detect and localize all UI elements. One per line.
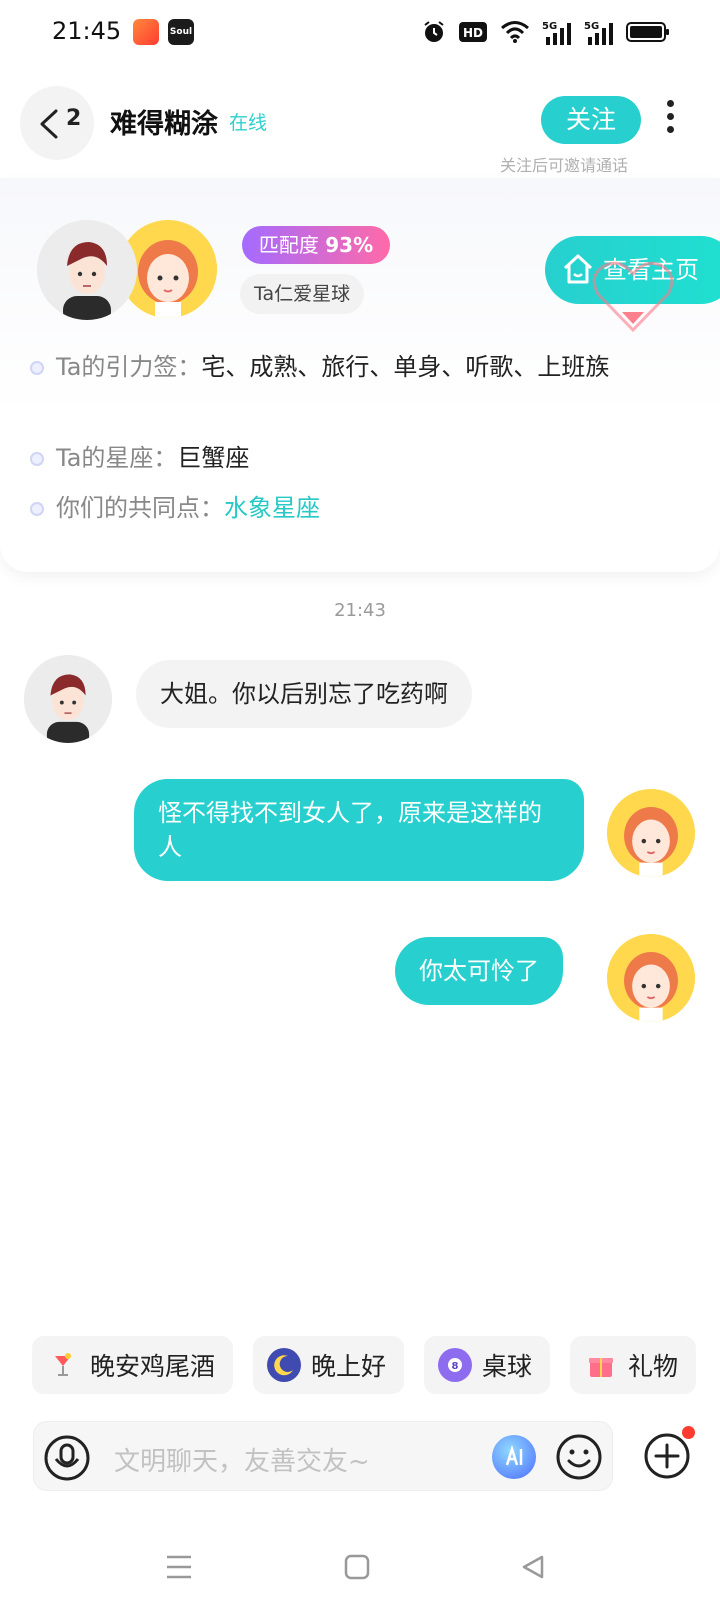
menu-icon — [167, 1555, 191, 1579]
back-nav-button[interactable] — [520, 1554, 546, 1584]
svg-text:5G: 5G — [584, 21, 599, 32]
status-time: 21:45 — [52, 17, 122, 45]
heart-icon — [592, 261, 674, 333]
triangle-back-icon — [522, 1555, 544, 1579]
wifi-icon — [501, 21, 529, 43]
menu-nav-button[interactable] — [165, 1554, 193, 1584]
system-nav-bar — [0, 1530, 720, 1612]
ai-assistant-icon[interactable] — [492, 1435, 536, 1479]
profile-card: 匹配度 93% Ta仁爱星球 查看主页 Ta的引力签：宅、成熟、旅行、单身、听歌… — [0, 178, 720, 572]
voice-icon[interactable] — [42, 1433, 92, 1483]
contact-avatar[interactable] — [37, 220, 137, 320]
my-avatar[interactable] — [607, 789, 695, 877]
tags-row: Ta的引力签：宅、成熟、旅行、单身、听歌、上班族 — [30, 346, 690, 389]
message-bubble-outgoing[interactable]: 你太可怜了 — [395, 937, 563, 1005]
chip-good-evening[interactable]: 晚上好 — [253, 1336, 405, 1394]
billiard-ball-icon: 8 — [438, 1348, 473, 1382]
soul-app-icon: Soul — [168, 19, 194, 45]
svg-text:HD: HD — [463, 26, 483, 40]
follow-hint: 关注后可邀请通话 — [500, 156, 629, 175]
emoji-icon[interactable] — [554, 1432, 604, 1482]
hd-icon: HD — [459, 22, 487, 42]
battery-icon — [626, 22, 669, 42]
planet-tag: Ta仁爱星球 — [240, 274, 365, 314]
message-input-bar: 文明聊天，友善交友~ — [33, 1421, 613, 1491]
moon-icon — [267, 1348, 302, 1382]
unread-count: 2 — [66, 106, 82, 131]
bullet-icon — [30, 452, 44, 466]
svg-text:5G: 5G — [542, 21, 557, 32]
message-bubble-incoming[interactable]: 大姐。你以后别忘了吃药啊 — [136, 660, 472, 728]
quick-actions-bar: 晚安鸡尾酒 晚上好 8 桌球 礼物 — [32, 1336, 697, 1394]
status-bar: 21:45 Soul HD 5G 5G — [0, 0, 720, 66]
status-icons: HD 5G 5G — [422, 18, 670, 46]
5g-signal-icon: 5G — [584, 21, 613, 45]
5g-signal-icon: 5G — [542, 21, 571, 45]
more-dots-icon — [666, 100, 674, 107]
contact-avatar[interactable] — [24, 655, 112, 743]
match-score-badge: 匹配度 93% — [242, 226, 390, 264]
message-timestamp: 21:43 — [334, 600, 386, 621]
notification-dot — [682, 1426, 695, 1439]
chip-billiards[interactable]: 8 桌球 — [424, 1336, 551, 1394]
app-notification-icon — [133, 19, 159, 45]
my-avatar[interactable] — [607, 934, 695, 1022]
add-icon[interactable] — [643, 1432, 691, 1480]
chevron-left-icon — [40, 109, 58, 139]
gift-icon — [584, 1348, 618, 1382]
bullet-icon — [30, 361, 44, 375]
back-button[interactable]: 2 — [20, 86, 94, 160]
chat-header: 2 难得糊涂 在线 关注 关注后可邀请通话 — [0, 66, 720, 176]
zodiac-row: Ta的星座：巨蟹座 — [30, 437, 690, 480]
chip-cocktail[interactable]: 晚安鸡尾酒 — [32, 1336, 234, 1394]
alarm-icon — [424, 21, 444, 42]
more-menu-button[interactable] — [662, 100, 678, 140]
cocktail-icon — [46, 1348, 80, 1382]
home-nav-button[interactable] — [344, 1554, 370, 1584]
message-bubble-outgoing[interactable]: 怪不得找不到女人了，原来是这样的人 — [134, 779, 584, 881]
common-ground-row: 你们的共同点：水象星座 — [30, 487, 690, 530]
square-icon — [344, 1554, 370, 1580]
contact-name: 难得糊涂 — [110, 109, 218, 140]
bullet-icon — [30, 502, 44, 516]
chip-gift[interactable]: 礼物 — [570, 1336, 697, 1394]
online-status: 在线 — [229, 112, 268, 134]
message-input[interactable]: 文明聊天，友善交友~ — [114, 1441, 370, 1478]
follow-button[interactable]: 关注 — [541, 96, 641, 144]
svg-text:8: 8 — [452, 1361, 459, 1372]
